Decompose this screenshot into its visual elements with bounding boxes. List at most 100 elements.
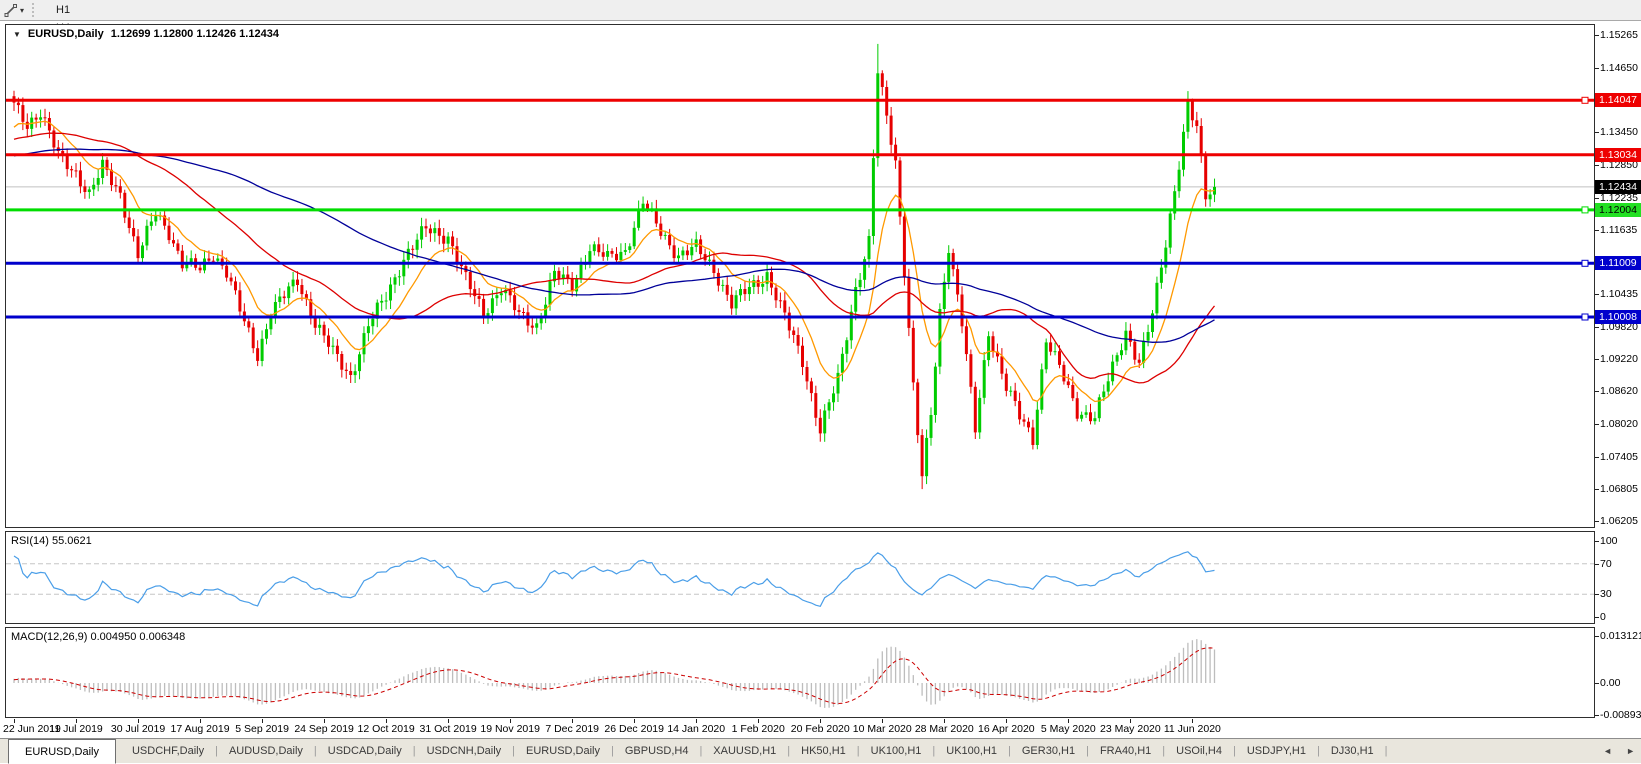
tab-scroll-left-icon[interactable]: ◄ [1603,746,1612,756]
date-tick [820,719,821,723]
price-tick-label: 1.06205 [1600,515,1638,527]
date-label: 20 Feb 2020 [791,723,850,735]
chart-title: ▼ EURUSD,Daily 1.12699 1.12800 1.12426 1… [13,28,279,40]
price-tick [1595,230,1599,231]
macd-canvas[interactable] [6,628,1594,717]
date-label: 31 Oct 2019 [420,723,477,735]
price-tick [1595,132,1599,133]
macd-tick-label: 0.013121 [1600,630,1641,642]
date-label: 19 Nov 2019 [480,723,540,735]
date-tick [262,719,263,723]
price-badge-1.11009[interactable]: 1.11009 [1595,256,1641,270]
chart-tab-ger30-h1[interactable]: GER30,H1 [1012,741,1085,761]
hline-handle[interactable] [1582,207,1588,213]
price-tick [1595,521,1599,522]
price-tick [1595,327,1599,328]
price-tick [1595,391,1599,392]
chart-tab-usdjpy-h1[interactable]: USDJPY,H1 [1237,741,1316,761]
price-badge-1.13034[interactable]: 1.13034 [1595,148,1641,162]
chart-tab-usdcad-daily[interactable]: USDCAD,Daily [318,741,412,761]
rsi-tick-label: 100 [1600,535,1618,547]
price-tick [1595,165,1599,166]
line-tools-icon[interactable] [3,3,19,18]
tab-scroll-right-icon[interactable]: ► [1626,746,1635,756]
rsi-tick [1595,594,1599,595]
date-label: 11 Jul 2019 [49,723,103,735]
rsi-panel[interactable]: RSI(14) 55.0621 [5,531,1595,624]
chart-tab-usdcnh-daily[interactable]: USDCNH,Daily [417,741,512,761]
date-tick [1130,719,1131,723]
date-label: 7 Dec 2019 [545,723,599,735]
price-badge-1.12004[interactable]: 1.12004 [1595,203,1641,217]
price-tick-label: 1.09220 [1600,353,1638,365]
rsi-tick [1595,541,1599,542]
dropdown-arrow-icon[interactable]: ▾ [19,6,28,15]
hline-handle[interactable] [1582,314,1588,320]
chart-tab-usdchf-daily[interactable]: USDCHF,Daily [122,741,214,761]
price-badge-1.10008[interactable]: 1.10008 [1595,310,1641,324]
date-tick [758,719,759,723]
chart-tab-usoil-h4[interactable]: USOil,H4 [1166,741,1232,761]
rsi-tick [1595,564,1599,565]
toolbar-grip[interactable] [32,3,37,17]
hline-handle[interactable] [1582,260,1588,266]
price-badge-1.14047[interactable]: 1.14047 [1595,93,1641,107]
date-tick [200,719,201,723]
timeframe-button-h1[interactable]: H1 [47,1,86,19]
macd-panel[interactable]: MACD(12,26,9) 0.004950 0.006348 [5,627,1595,718]
price-tick [1595,424,1599,425]
date-label: 30 Jul 2019 [111,723,165,735]
price-tick [1595,35,1599,36]
date-tick [1068,719,1069,723]
chart-tabs: EURUSD,DailyUSDCHF,Daily|AUDUSD,Daily|US… [6,739,1388,763]
price-tick-label: 1.14650 [1600,62,1638,74]
price-tick [1595,359,1599,360]
macd-tick-label: -0.008933 [1600,709,1641,721]
macd-tick-label: 0.00 [1600,677,1620,689]
trading-terminal-window: ▾ M1M5M15M30H1H4D1W1MN ▼ EURUSD,Daily 1.… [0,0,1641,763]
date-tick [572,719,573,723]
date-label: 16 Apr 2020 [978,723,1035,735]
macd-signal-line [14,648,1215,704]
price-tick [1595,68,1599,69]
price-chart-canvas[interactable] [6,25,1594,527]
price-tick [1595,198,1599,199]
rsi-tick-label: 70 [1600,558,1612,570]
hline-handle[interactable] [1582,97,1588,103]
date-tick [944,719,945,723]
chart-tab-uk100-h1[interactable]: UK100,H1 [861,741,932,761]
ma-slow-line [14,149,1215,342]
price-badge-1.12434: 1.12434 [1595,180,1641,194]
date-tick [138,719,139,723]
collapse-arrow-icon[interactable]: ▼ [13,30,21,39]
rsi-tick [1595,617,1599,618]
chart-tab-hk50-h1[interactable]: HK50,H1 [791,741,856,761]
date-label: 11 Jun 2020 [1164,723,1221,735]
rsi-canvas[interactable] [6,532,1594,623]
chart-tab-dj30-h1[interactable]: DJ30,H1 [1321,741,1384,761]
price-tick [1595,489,1599,490]
toolbar: ▾ M1M5M15M30H1H4D1W1MN [0,0,1641,21]
date-tick [76,719,77,723]
date-label: 24 Sep 2019 [294,723,354,735]
chart-ohlc-values: 1.12699 1.12800 1.12426 1.12434 [111,28,279,40]
date-label: 28 Mar 2020 [915,723,974,735]
chart-tab-audusd-daily[interactable]: AUDUSD,Daily [219,741,313,761]
chart-tab-xauusd-h1[interactable]: XAUUSD,H1 [703,741,786,761]
price-tick-label: 1.08020 [1600,418,1638,430]
chart-tab-fra40-h1[interactable]: FRA40,H1 [1090,741,1161,761]
chart-tab-gbpusd-h4[interactable]: GBPUSD,H4 [615,741,699,761]
chart-tab-uk100-h1[interactable]: UK100,H1 [936,741,1007,761]
date-label: 5 Sep 2019 [235,723,289,735]
date-tick [882,719,883,723]
chart-tab-bar: EURUSD,DailyUSDCHF,Daily|AUDUSD,Daily|US… [0,738,1641,763]
ma-mid-line [14,133,1215,383]
date-label: 23 May 2020 [1100,723,1161,735]
date-label: 14 Jan 2020 [667,723,725,735]
date-tick [1006,719,1007,723]
price-chart-panel[interactable]: ▼ EURUSD,Daily 1.12699 1.12800 1.12426 1… [5,24,1595,528]
price-tick-label: 1.10435 [1600,288,1638,300]
chart-tab-eurusd-daily[interactable]: EURUSD,Daily [8,739,116,764]
chart-tab-eurusd-daily[interactable]: EURUSD,Daily [516,741,610,761]
date-label: 22 Jun 2019 [3,723,61,735]
